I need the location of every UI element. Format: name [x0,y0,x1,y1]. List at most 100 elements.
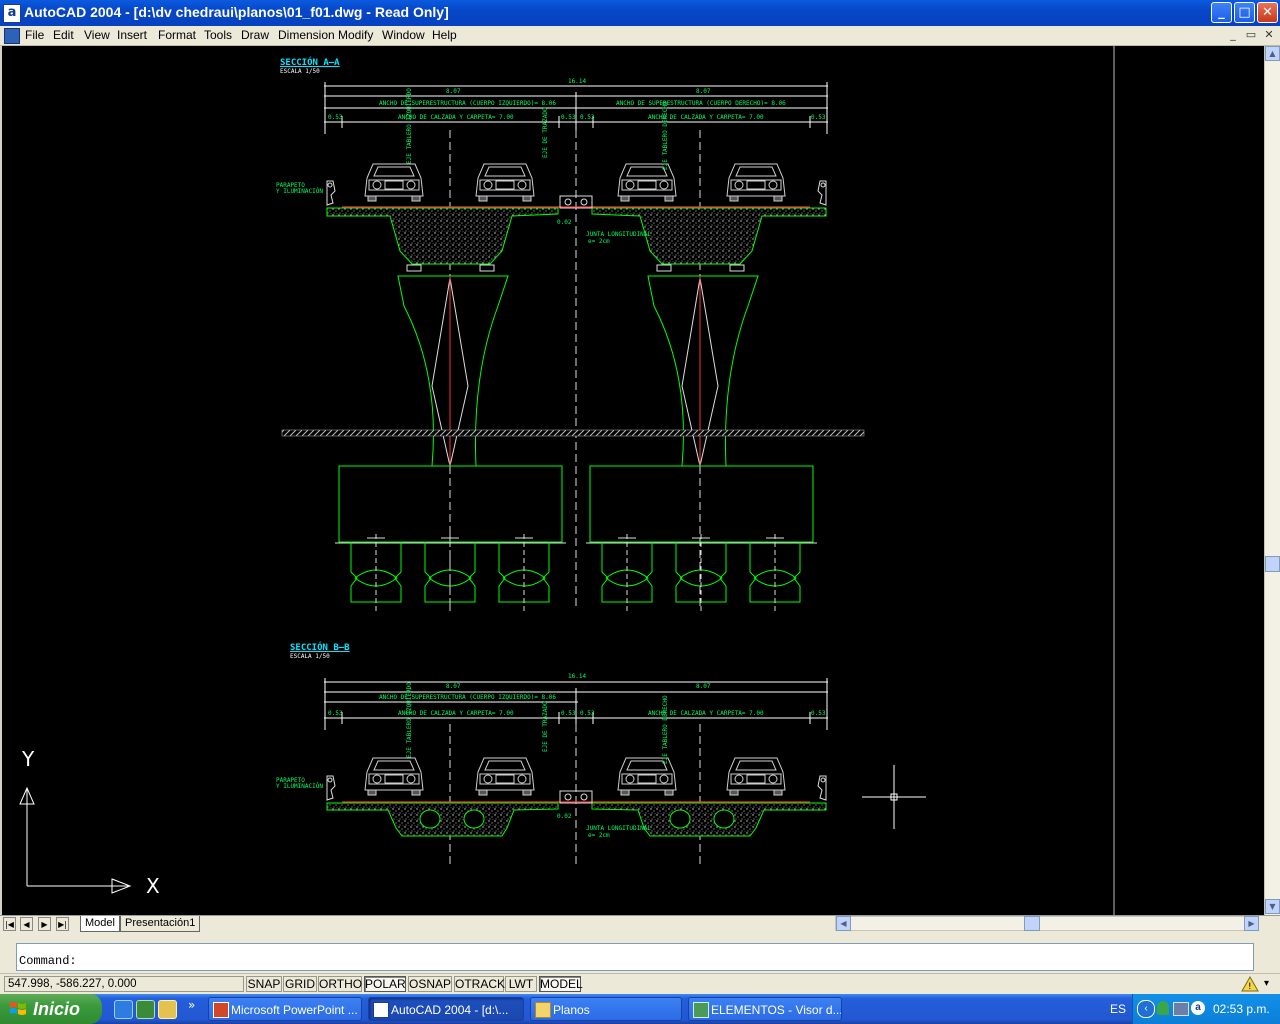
horizontal-scroll-thumb[interactable] [1024,916,1040,931]
last-tab-button[interactable]: ▶| [56,917,69,931]
ucs-y-label: Y [22,747,35,771]
menu-window[interactable]: Window [382,28,425,42]
crosshair-cursor [862,765,926,829]
communication-center-icon[interactable]: ! [1241,975,1259,992]
menu-insert[interactable]: Insert [117,28,147,42]
network-icon[interactable] [1173,1002,1189,1016]
parapet-right [817,180,827,206]
section-a-parapet-label-2: Y ILUMINACIÓN [276,188,323,195]
parapet-left [326,180,336,206]
task-elementos[interactable]: ELEMENTOS - Visor d... [688,997,842,1021]
svg-text:!: ! [1248,982,1252,992]
prev-tab-button[interactable]: ◀ [20,917,33,931]
section-a-axis-left: EJE TABLERO IZQUIERDO [406,88,413,164]
scroll-down-button[interactable]: ▼ [1265,899,1280,914]
document-minimize-button[interactable]: _ [1226,28,1240,42]
status-menu-arrow-icon[interactable]: ▾ [1264,978,1269,989]
section-a-edge-left: 0.53 [328,114,343,121]
section-a-joint-label-2: e= 2cm [588,238,610,245]
minimize-button[interactable]: _ [1211,2,1232,23]
section-b-center-right: 0.53 [580,710,595,717]
close-button[interactable]: ✕ [1257,2,1278,23]
autocad-tray-icon[interactable]: a [1191,1001,1205,1015]
menu-format[interactable]: Format [158,28,196,42]
section-b-axis-left: EJE TABLERO IZQUIERDO [406,682,413,758]
tray-expand-icon[interactable]: ‹ [1137,1000,1155,1018]
task-autocad-label: AutoCAD 2004 - [d:\... [391,1003,509,1017]
command-prompt: Command: [19,954,77,968]
title-bar[interactable]: a AutoCAD 2004 - [d:\dv chedraui\planos\… [0,0,1280,26]
task-planos[interactable]: Planos [530,997,682,1021]
section-b-overall-dim: 16.14 [568,673,587,680]
tab-model[interactable]: Model [80,916,120,932]
section-a-axis-right: EJE TABLERO DERECHO [662,101,669,170]
next-tab-button[interactable]: ▶ [38,917,51,931]
menu-edit[interactable]: Edit [53,28,74,42]
task-elementos-label: ELEMENTOS - Visor d... [711,1003,842,1017]
snap-toggle[interactable]: SNAP [246,976,282,992]
document-close-button[interactable]: ✕ [1262,28,1276,42]
section-b-right-dim: 8.07 [696,683,711,690]
coordinate-display[interactable]: 547.998, -586.227, 0.000 [4,976,244,992]
task-autocad[interactable]: AutoCAD 2004 - [d:\... [368,997,524,1021]
menu-tools[interactable]: Tools [204,28,232,42]
menu-file[interactable]: File [25,28,44,42]
section-a-right-superstructure: ANCHO DE SUPERESTRUCTURA (CUERPO DERECHO… [616,100,786,107]
maximize-button[interactable]: □ [1234,2,1255,23]
command-line-input[interactable] [16,943,1254,971]
document-icon[interactable] [4,28,20,44]
grid-toggle[interactable]: GRID [283,976,317,992]
document-restore-button[interactable]: ▭ [1244,28,1258,42]
clock[interactable]: 02:53 p.m. [1213,1002,1270,1016]
car-1 [364,163,424,202]
quicklaunch-chevron[interactable]: » [188,998,195,1012]
scroll-right-button[interactable]: ▶ [1244,916,1259,931]
osnap-toggle[interactable]: OSNAP [408,976,452,992]
taskbar: Inicio » Microsoft PowerPoint ... AutoCA… [0,994,1280,1024]
task-powerpoint-label: Microsoft PowerPoint ... [231,1003,358,1017]
section-b-title: SECCIÓN B—B [290,643,350,653]
powerpoint-icon [213,1002,229,1018]
internet-explorer-icon[interactable] [114,1000,133,1019]
messenger-icon[interactable] [1157,1001,1169,1015]
section-a-title: SECCIÓN A—A [280,58,340,68]
lwt-toggle[interactable]: LWT [505,976,537,992]
tab-presentacion1[interactable]: Presentación1 [120,916,201,932]
menu-draw[interactable]: Draw [241,28,269,42]
media-player-icon[interactable] [136,1000,155,1019]
vertical-scrollbar[interactable]: ▲ ▼ [1264,46,1280,915]
deck-b-left [326,802,559,837]
task-powerpoint[interactable]: Microsoft PowerPoint ... [208,997,362,1021]
start-button[interactable]: Inicio [0,994,102,1024]
ucs-icon [19,786,132,894]
section-b-edge-left: 0.53 [328,710,343,717]
section-a-overall-dim: 16.14 [568,78,587,85]
scroll-left-button[interactable]: ◀ [836,916,851,931]
menu-view[interactable]: View [84,28,110,42]
section-a-edge-right: 0.53 [811,114,826,121]
section-b-scale: ESCALA 1/50 [290,653,330,660]
car-2 [475,163,535,202]
first-tab-button[interactable]: |◀ [3,917,16,931]
menu-dimension[interactable]: Dimension [278,28,335,42]
section-a-axis-center: EJE DE TRAZADO [542,107,549,158]
language-indicator[interactable]: ES [1110,1002,1126,1016]
scroll-up-button[interactable]: ▲ [1265,46,1280,61]
horizontal-scrollbar[interactable]: ◀ ▶ [835,916,1259,931]
drawing-canvas[interactable]: SECCIÓN A—A ESCALA 1/50 16.14 8.07 8.07 … [2,46,1264,915]
show-desktop-icon[interactable] [158,1000,177,1019]
model-toggle[interactable]: MODEL [539,976,583,992]
section-b-dimensions [324,678,828,730]
ortho-toggle[interactable]: ORTHO [318,976,362,992]
ucs-x-label: X [146,874,160,898]
autocad-app-icon[interactable]: a [3,4,21,23]
section-b-parapet-label-2: Y ILUMINACIÓN [276,783,323,790]
vertical-scroll-thumb[interactable] [1265,556,1280,572]
menu-modify[interactable]: Modify [338,28,373,42]
polar-toggle[interactable]: POLAR [364,976,406,992]
section-b-joint-label-1: JUNTA LONGITUDINAL [586,825,652,832]
deck-left [326,207,559,265]
menu-help[interactable]: Help [432,28,457,42]
otrack-toggle[interactable]: OTRACK [454,976,505,992]
footing-right [589,465,814,543]
